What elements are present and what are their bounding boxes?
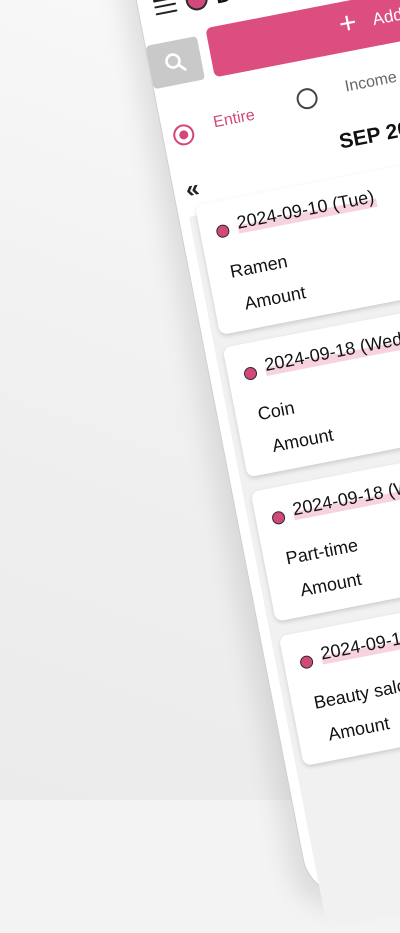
month-label: SEP 2024	[337, 113, 400, 154]
category-dot	[215, 223, 231, 239]
filter-income-label[interactable]: Income	[344, 69, 399, 97]
note-amount-label: Amount	[326, 713, 392, 745]
note-amount-label: Amount	[270, 424, 336, 457]
chevron-double-left-icon[interactable]: «	[183, 175, 201, 205]
search-icon	[165, 53, 187, 71]
note-date: 2024-09-18 (Wed)	[262, 327, 400, 376]
category-dot	[270, 510, 287, 526]
category-dot	[299, 654, 315, 670]
note-date: 2024-09-18 (Wed)	[290, 471, 400, 521]
category-dot	[242, 365, 259, 382]
note-card[interactable]: 2024-09-10 (Tue) Ramen Amount	[194, 148, 400, 336]
plus-icon: +	[336, 5, 360, 42]
note-amount-label: Amount	[242, 282, 308, 314]
note-date: 2024-09-10 (Tue)	[235, 186, 378, 234]
radio-income[interactable]	[294, 86, 320, 111]
filter-entire-label[interactable]: Entire	[212, 107, 256, 133]
note-name: Beauty salon	[312, 673, 400, 713]
add-note-label: Add note	[370, 0, 400, 30]
group-color-dot[interactable]	[183, 0, 210, 13]
menu-icon[interactable]	[152, 0, 178, 17]
note-date: 2024-09-19 (Thu)	[318, 616, 400, 665]
search-button[interactable]	[145, 36, 206, 90]
note-amount-label: Amount	[298, 568, 364, 601]
note-name: Ramen	[228, 251, 290, 282]
note-name: Coin	[256, 397, 297, 425]
note-name: Part-time	[284, 534, 360, 569]
radio-entire[interactable]	[171, 122, 197, 148]
